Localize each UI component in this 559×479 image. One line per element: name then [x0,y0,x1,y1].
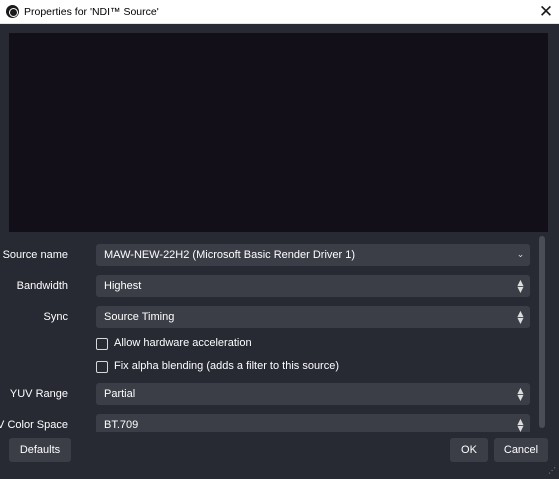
ok-button[interactable]: OK [450,438,488,462]
yuv-color-space-value: BT.709 [104,419,139,431]
updown-arrows-icon: ▲ ▼ [517,309,524,325]
resize-grip-icon[interactable]: ⋰ [548,466,557,475]
fix-alpha-checkbox[interactable] [96,361,108,373]
fix-alpha-label: Fix alpha blending (adds a filter to thi… [114,360,340,372]
source-name-label: Source name [2,249,68,261]
allow-hw-accel-checkbox[interactable] [96,338,108,350]
bandwidth-label: Bandwidth [16,280,68,292]
yuv-range-select[interactable]: Partial ▲ ▼ [96,383,530,405]
properties-form: Source name MAW-NEW-22H2 (Microsoft Basi… [0,236,536,432]
updown-arrows-icon: ▲ ▼ [517,386,524,402]
updown-arrows-icon: ▲ ▼ [517,278,524,294]
allow-hw-accel-label: Allow hardware acceleration [114,337,252,349]
bandwidth-value: Highest [104,280,142,292]
source-name-dropdown[interactable]: MAW-NEW-22H2 (Microsoft Basic Render Dri… [96,244,530,266]
updown-arrows-icon: ▲ ▼ [517,417,524,433]
sync-select[interactable]: Source Timing ▲ ▼ [96,306,530,328]
yuv-range-label: YUV Range [9,388,68,400]
form-scrollbar[interactable] [538,236,547,432]
yuv-range-value: Partial [104,388,136,400]
yuv-color-space-label: YUV Color Space [0,419,68,431]
close-icon[interactable]: ✕ [536,2,556,22]
chevron-down-icon: ⌄ [516,250,525,260]
source-preview [9,33,548,232]
source-name-value: MAW-NEW-22H2 (Microsoft Basic Render Dri… [104,249,356,261]
sync-label: Sync [43,311,68,323]
cancel-button[interactable]: Cancel [494,438,548,462]
sync-value: Source Timing [104,311,175,323]
obs-logo-icon [6,5,19,18]
scrollbar-thumb[interactable] [539,236,545,428]
defaults-button[interactable]: Defaults [9,438,71,462]
window-title: Properties for 'NDI™ Source' [24,6,159,18]
bandwidth-select[interactable]: Highest ▲ ▼ [96,275,530,297]
window-titlebar: Properties for 'NDI™ Source' ✕ [0,0,559,24]
yuv-color-space-select[interactable]: BT.709 ▲ ▼ [96,414,530,432]
